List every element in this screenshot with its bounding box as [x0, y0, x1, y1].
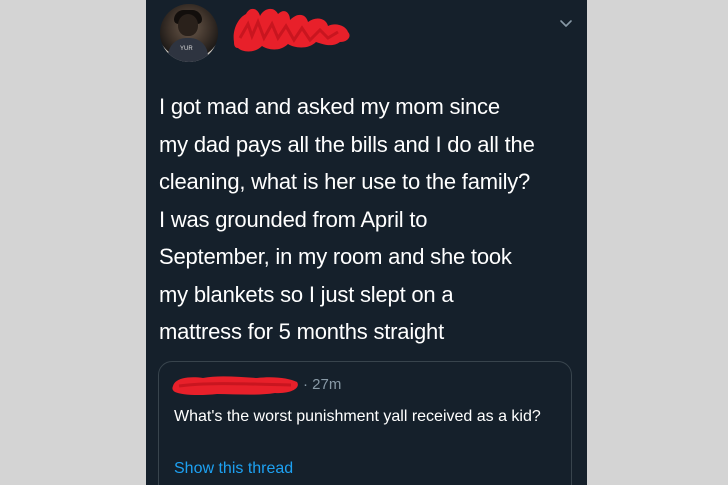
tweet-text: I got mad and asked my mom since my dad … [159, 94, 535, 344]
quoted-tweet-text: What's the worst punishment yall receive… [174, 408, 541, 425]
author-name-redaction [233, 8, 350, 52]
tweet-card: YUR I got mad and asked my mom since my … [146, 0, 587, 485]
chevron-down-icon[interactable] [557, 14, 575, 32]
quoted-tweet-time: · 27m [303, 376, 342, 393]
avatar-shirt-text: YUR [180, 46, 193, 52]
author-avatar[interactable]: YUR [160, 4, 218, 62]
avatar-head [178, 14, 198, 36]
quoted-author-redaction [172, 376, 298, 396]
quoted-tweet[interactable]: · 27m What's the worst punishment yall r… [158, 361, 572, 485]
show-thread-link[interactable]: Show this thread [174, 460, 293, 478]
